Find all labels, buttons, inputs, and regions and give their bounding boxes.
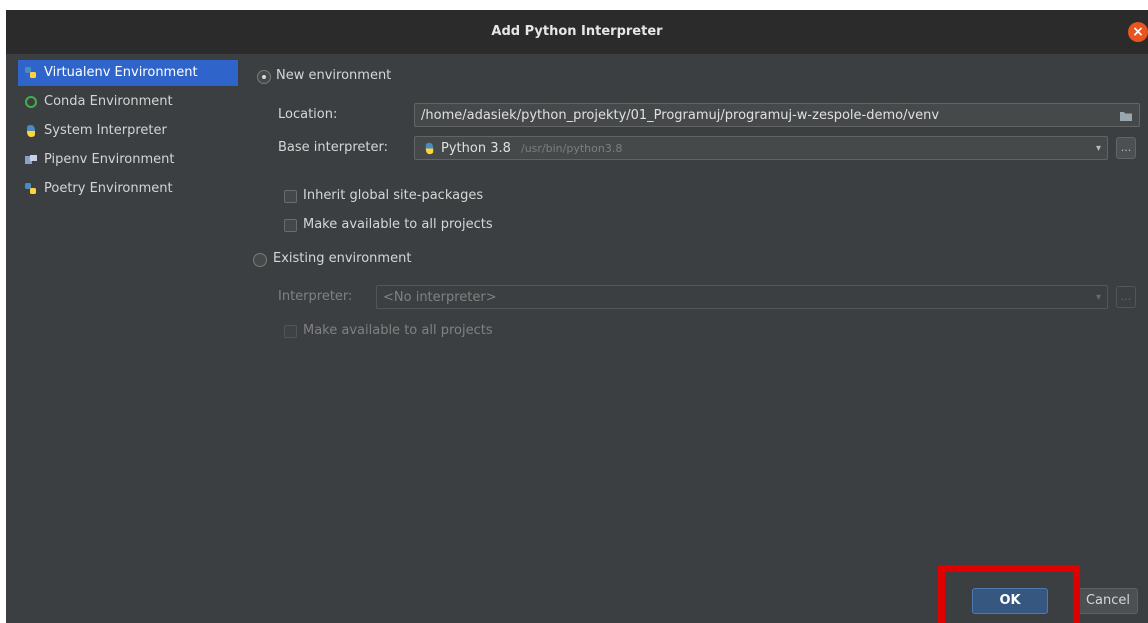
sidebar-item-virtualenv[interactable]: Virtualenv Environment xyxy=(18,60,238,86)
python-virtualenv-icon xyxy=(25,67,36,78)
interpreter-dropdown[interactable]: <No interpreter> ▾ xyxy=(376,285,1108,309)
new-environment-radio[interactable] xyxy=(257,70,271,84)
folder-icon[interactable] xyxy=(1119,110,1133,122)
existing-environment-label: Existing environment xyxy=(273,251,412,266)
add-python-interpreter-dialog: Add Python Interpreter × Virtualenv Envi… xyxy=(6,10,1148,623)
python-icon xyxy=(27,125,35,137)
sidebar-item-label: Poetry Environment xyxy=(44,181,173,196)
base-interpreter-name: Python 3.8 xyxy=(441,141,511,156)
existing-environment-radio[interactable] xyxy=(253,253,267,267)
make-available-label: Make available to all projects xyxy=(303,217,493,232)
inherit-site-packages-label: Inherit global site-packages xyxy=(303,188,484,203)
existing-make-available-checkbox[interactable] xyxy=(284,325,297,338)
browse-interpreter-button[interactable]: ... xyxy=(1116,286,1136,308)
interpreter-label: Interpreter: xyxy=(278,289,353,304)
chevron-down-icon[interactable]: ▾ xyxy=(1096,137,1101,159)
location-value: /home/adasiek/python_projekty/01_Program… xyxy=(421,108,940,123)
sidebar-item-system[interactable]: System Interpreter xyxy=(18,118,238,144)
sidebar-item-poetry[interactable]: Poetry Environment xyxy=(18,176,238,202)
close-icon[interactable]: × xyxy=(1128,22,1148,42)
inherit-site-packages-checkbox[interactable] xyxy=(284,190,297,203)
existing-make-available-label: Make available to all projects xyxy=(303,323,493,338)
cancel-button[interactable]: Cancel xyxy=(1078,588,1138,614)
base-interpreter-label: Base interpreter: xyxy=(278,140,388,155)
browse-base-interpreter-button[interactable]: ... xyxy=(1116,137,1136,159)
chevron-down-icon[interactable]: ▾ xyxy=(1096,286,1101,308)
location-field[interactable]: /home/adasiek/python_projekty/01_Program… xyxy=(414,103,1140,127)
base-interpreter-dropdown[interactable]: Python 3.8 /usr/bin/python3.8 ▾ xyxy=(414,136,1108,160)
location-label: Location: xyxy=(278,107,338,122)
ok-button-highlight-box xyxy=(938,565,1080,623)
base-interpreter-path: /usr/bin/python3.8 xyxy=(521,142,623,155)
sidebar-item-label: Virtualenv Environment xyxy=(44,65,198,80)
pipenv-icon xyxy=(25,155,37,164)
python-icon xyxy=(425,142,434,155)
conda-ring-icon xyxy=(25,96,37,108)
sidebar-item-pipenv[interactable]: Pipenv Environment xyxy=(18,147,238,173)
poetry-icon xyxy=(25,183,36,194)
interpreter-placeholder: <No interpreter> xyxy=(383,290,497,305)
sidebar-item-label: System Interpreter xyxy=(44,123,167,138)
sidebar-item-label: Conda Environment xyxy=(44,94,173,109)
sidebar-item-label: Pipenv Environment xyxy=(44,152,175,167)
title-bar: Add Python Interpreter × xyxy=(6,10,1148,54)
environment-settings-panel: New environment Location: /home/adasiek/… xyxy=(246,54,1148,623)
environment-type-sidebar: Virtualenv Environment Conda Environment… xyxy=(6,54,246,623)
sidebar-item-conda[interactable]: Conda Environment xyxy=(18,89,238,115)
new-environment-label: New environment xyxy=(276,68,392,83)
dialog-title: Add Python Interpreter xyxy=(491,24,663,39)
make-available-checkbox[interactable] xyxy=(284,219,297,232)
